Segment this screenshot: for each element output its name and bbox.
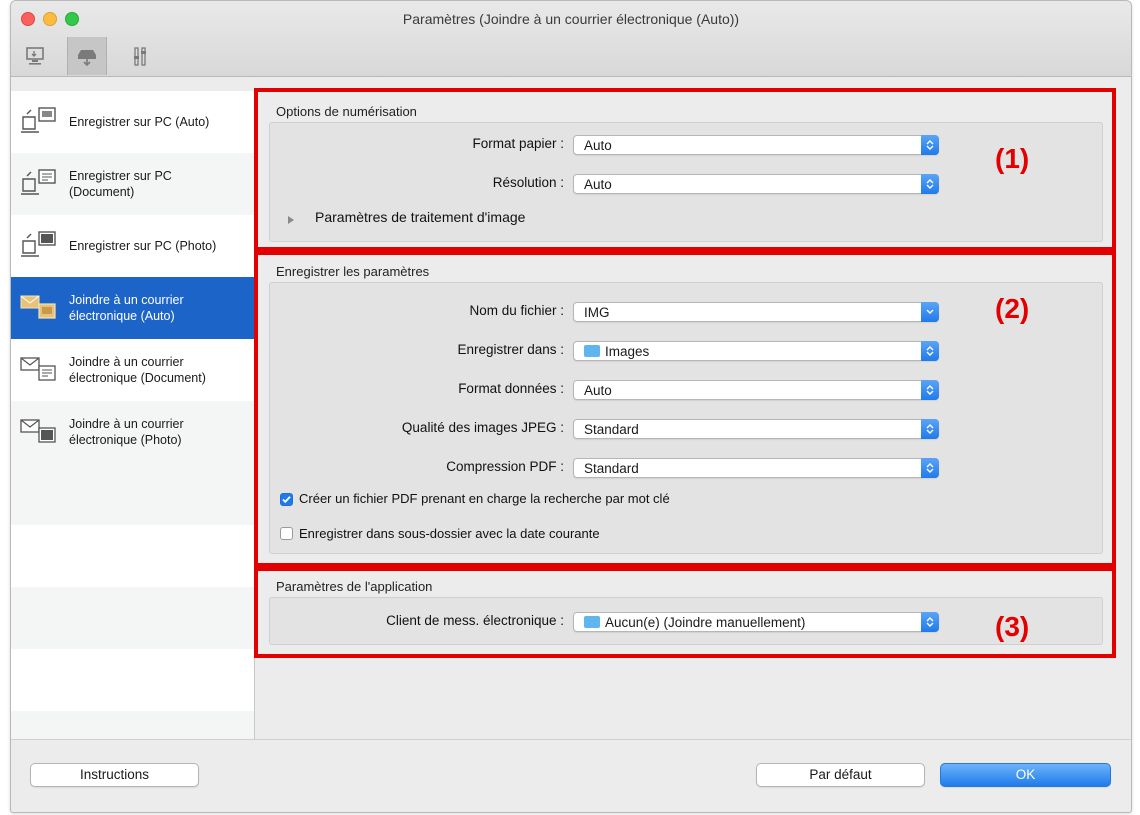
attach-email-document-icon: [20, 357, 56, 381]
marker-1: (1): [995, 143, 1030, 174]
highlight-box-3: [254, 567, 1116, 658]
window-title: Paramètres (Joindre à un courrier électr…: [402, 11, 740, 27]
marker-2: (2): [995, 293, 1030, 324]
sidebar-item-label: Enregistrer sur PC (Auto): [69, 115, 210, 129]
attach-email-photo-icon: [20, 419, 56, 443]
defaults-button[interactable]: Par défaut: [756, 763, 925, 787]
sidebar-item-save-pc-document[interactable]: Enregistrer sur PC (Document): [11, 153, 254, 215]
scan-from-computer-icon: [26, 47, 44, 65]
sidebar-item-attach-email-document[interactable]: Joindre à un courrier électronique (Docu…: [11, 339, 254, 401]
title-bar: Paramètres (Joindre à un courrier électr…: [11, 1, 1131, 77]
highlight-box-1: [254, 88, 1116, 251]
sidebar-item-attach-email-auto[interactable]: Joindre à un courrier électronique (Auto…: [11, 277, 254, 339]
general-settings-icon: [134, 47, 146, 66]
save-to-pc-photo-icon: [21, 231, 56, 257]
instructions-button[interactable]: Instructions: [30, 763, 199, 787]
scan-from-panel-icon: [78, 50, 96, 67]
tab-general-settings[interactable]: [121, 37, 159, 75]
attach-email-auto-icon: [20, 295, 56, 319]
sidebar-item-label: Joindre à un courrier électronique (Phot…: [69, 417, 184, 447]
settings-window: Paramètres (Joindre à un courrier électr…: [10, 0, 1132, 813]
sidebar-item-label: Joindre à un courrier électronique (Auto…: [69, 293, 184, 323]
sidebar-item-attach-email-photo[interactable]: Joindre à un courrier électronique (Phot…: [11, 401, 254, 463]
tab-scan-from-operation-panel[interactable]: [67, 37, 107, 75]
sidebar-item-save-pc-auto[interactable]: Enregistrer sur PC (Auto): [11, 91, 254, 153]
save-to-pc-auto-icon: [21, 107, 56, 133]
save-to-pc-document-icon: [21, 169, 56, 195]
highlight-box-2: [254, 251, 1116, 567]
sidebar-item-label: Joindre à un courrier électronique (Docu…: [69, 355, 206, 385]
footer-divider: [11, 739, 1131, 740]
sidebar-empty-row: [11, 463, 254, 525]
sidebar-empty-row: [11, 525, 254, 587]
sidebar-item-save-pc-photo[interactable]: Enregistrer sur PC (Photo): [11, 215, 254, 277]
sidebar-empty-row: [11, 587, 254, 649]
ok-button[interactable]: OK: [940, 763, 1111, 787]
marker-3: (3): [995, 611, 1030, 642]
tab-scan-from-computer[interactable]: [17, 37, 55, 75]
sidebar-empty-row: [11, 711, 254, 739]
sidebar-item-label: Enregistrer sur PC (Photo): [69, 239, 217, 253]
sidebar: Enregistrer sur PC (Auto) Enregistrer su…: [11, 91, 255, 739]
sidebar-empty-row: [11, 649, 254, 711]
sidebar-item-label: Enregistrer sur PC (Document): [69, 169, 172, 199]
